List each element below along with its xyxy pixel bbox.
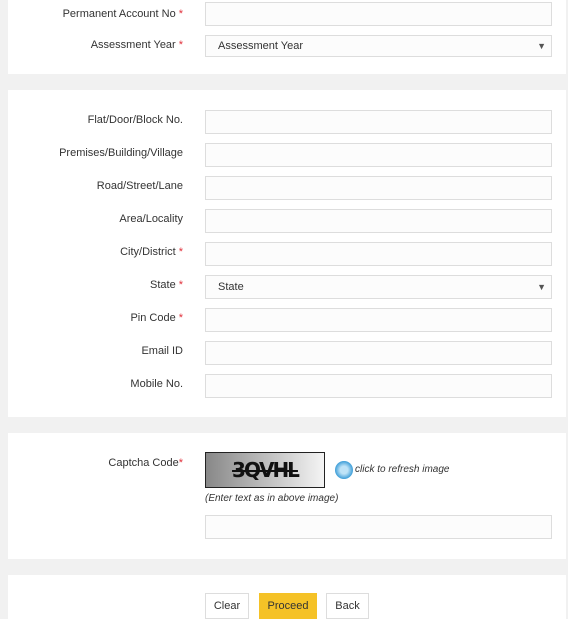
proceed-button[interactable]: Proceed bbox=[259, 593, 317, 619]
city-row: City/District * bbox=[8, 242, 566, 268]
chevron-down-icon: ▼ bbox=[537, 41, 546, 51]
premises-label: Premises/Building/Village bbox=[59, 147, 183, 159]
mobile-input[interactable] bbox=[205, 374, 552, 398]
assessment-year-label: Assessment Year * bbox=[90, 39, 183, 51]
captcha-hint: (Enter text as in above image) bbox=[205, 493, 339, 504]
pan-label: Permanent Account No * bbox=[62, 8, 183, 20]
captcha-input[interactable] bbox=[205, 515, 552, 539]
captcha-label: Captcha Code* bbox=[108, 457, 183, 469]
area-label: Area/Locality bbox=[119, 213, 183, 225]
assessment-year-select[interactable]: Assessment Year ▼ bbox=[205, 35, 552, 57]
state-label: State * bbox=[150, 279, 183, 291]
flat-input[interactable] bbox=[205, 110, 552, 134]
email-row: Email ID bbox=[8, 341, 566, 367]
email-input[interactable] bbox=[205, 341, 552, 365]
clear-button[interactable]: Clear bbox=[205, 593, 249, 619]
city-label: City/District * bbox=[120, 246, 183, 258]
pin-input[interactable] bbox=[205, 308, 552, 332]
address-section: Flat/Door/Block No. Premises/Building/Vi… bbox=[8, 90, 566, 417]
email-label: Email ID bbox=[141, 345, 183, 357]
actions-section: Clear Proceed Back bbox=[8, 575, 566, 619]
captcha-image: 3QVHL bbox=[205, 452, 325, 488]
state-select[interactable]: State ▼ bbox=[205, 275, 552, 299]
state-row: State * State ▼ bbox=[8, 275, 566, 301]
premises-input[interactable] bbox=[205, 143, 552, 167]
back-button[interactable]: Back bbox=[326, 593, 369, 619]
pan-row: Permanent Account No * bbox=[8, 2, 566, 28]
refresh-icon bbox=[335, 460, 353, 479]
city-input[interactable] bbox=[205, 242, 552, 266]
flat-row: Flat/Door/Block No. bbox=[8, 110, 566, 136]
refresh-captcha-button[interactable]: click to refresh image bbox=[335, 459, 449, 479]
premises-row: Premises/Building/Village bbox=[8, 143, 566, 169]
chevron-down-icon: ▼ bbox=[537, 282, 546, 292]
pan-input[interactable] bbox=[205, 2, 552, 26]
pan-section: Permanent Account No * Assessment Year * A… bbox=[8, 0, 566, 74]
pin-row: Pin Code * bbox=[8, 308, 566, 334]
area-row: Area/Locality bbox=[8, 209, 566, 235]
road-row: Road/Street/Lane bbox=[8, 176, 566, 202]
captcha-section: Captcha Code* 3QVHL click to refresh ima… bbox=[8, 433, 566, 559]
mobile-row: Mobile No. bbox=[8, 374, 566, 400]
area-input[interactable] bbox=[205, 209, 552, 233]
road-input[interactable] bbox=[205, 176, 552, 200]
assessment-year-row: Assessment Year * Assessment Year ▼ bbox=[8, 35, 566, 61]
pin-label: Pin Code * bbox=[130, 312, 183, 324]
flat-label: Flat/Door/Block No. bbox=[87, 114, 183, 126]
road-label: Road/Street/Lane bbox=[96, 180, 183, 192]
mobile-label: Mobile No. bbox=[130, 378, 183, 390]
